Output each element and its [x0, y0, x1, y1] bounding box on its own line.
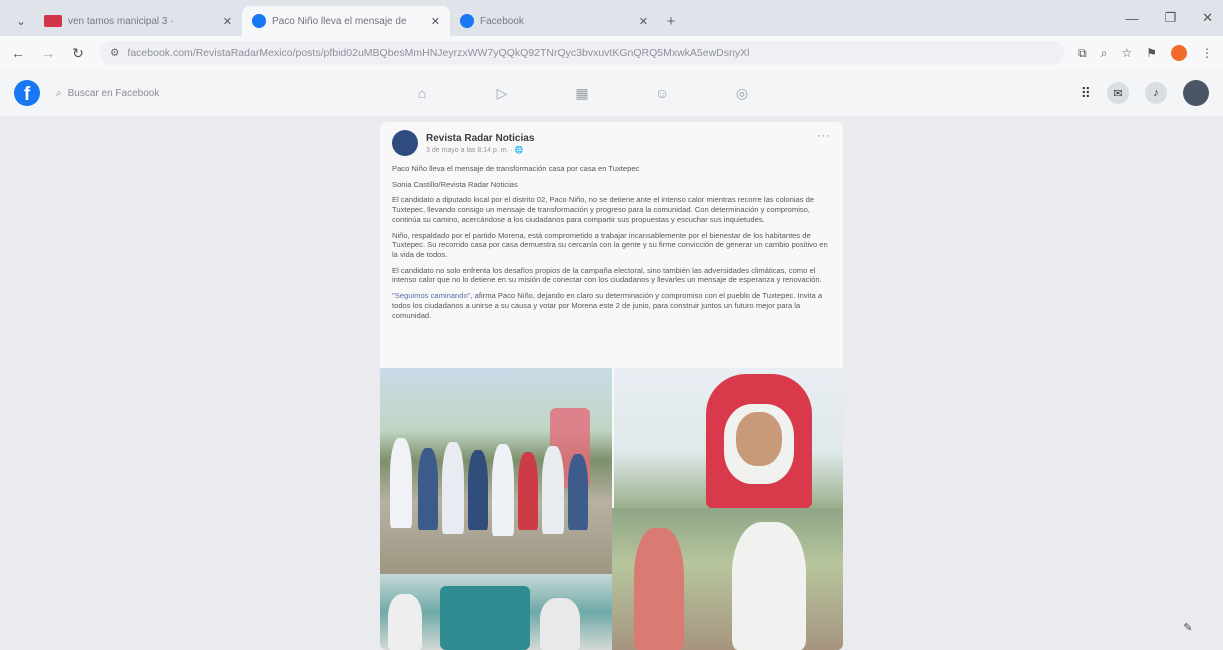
post-timestamp[interactable]: 3 de mayo a las 8:14 p. m. · 🌐	[426, 146, 534, 154]
new-tab-button[interactable]: +	[658, 6, 684, 36]
red-tab-icon	[44, 15, 62, 27]
restore-icon[interactable]: ❐	[1164, 10, 1176, 26]
translate-icon[interactable]: ⧉	[1078, 46, 1087, 61]
groups-icon[interactable]: ☺	[650, 81, 674, 105]
photo-street-visit[interactable]	[380, 574, 612, 650]
account-avatar[interactable]	[1183, 80, 1209, 106]
extensions-area: ⚑ ⋮	[1146, 45, 1213, 61]
post-paragraph: Niño, respaldado por el partido Morena, …	[392, 230, 828, 260]
marketplace-icon[interactable]: ▦	[570, 81, 594, 105]
menu-grid-icon[interactable]: ⠿	[1081, 85, 1091, 102]
new-message-icon[interactable]: ✎	[1177, 616, 1199, 638]
page-avatar[interactable]	[392, 130, 418, 156]
messenger-icon[interactable]: ✉	[1107, 82, 1129, 104]
post-paragraph: El candidato no solo enfrenta los desafí…	[392, 265, 822, 285]
close-tab-icon[interactable]: ✕	[431, 15, 440, 28]
tab-search-icon[interactable]: ⌄	[8, 6, 34, 36]
facebook-search[interactable]: ⌕ Buscar en Facebook	[48, 80, 248, 106]
feed-area: Revista Radar Noticias 3 de mayo a las 8…	[0, 116, 1223, 650]
post-byline: Sonia Castillo/Revista Radar Noticias	[392, 179, 518, 189]
browser-tab-3[interactable]: Facebook ✕	[450, 6, 658, 36]
search-icon: ⌕	[56, 87, 62, 99]
browser-tab-2[interactable]: Paco Niño lleva el mensaje de ✕	[242, 6, 450, 36]
site-info-icon[interactable]: ⚙	[110, 47, 119, 59]
photo-handshake[interactable]	[612, 508, 843, 650]
gaming-icon[interactable]: ◎	[730, 81, 754, 105]
url-text: facebook.com/RevistaRadarMexico/posts/pf…	[127, 47, 750, 59]
forward-arrow-icon[interactable]: →	[40, 45, 56, 61]
post-text: Paco Niño lleva el mensaje de transforma…	[380, 160, 843, 332]
page-name[interactable]: Revista Radar Noticias	[426, 133, 534, 144]
facebook-icon	[252, 14, 266, 28]
photo-campaign-walk[interactable]	[380, 368, 612, 574]
facebook-post: Revista Radar Noticias 3 de mayo a las 8…	[380, 122, 843, 650]
omnibox-actions: ⧉ ⌕ ☆	[1078, 46, 1132, 61]
post-paragraph: El candidato a diputado local por el dis…	[392, 195, 815, 224]
back-arrow-icon[interactable]: ←	[10, 45, 26, 61]
close-tab-icon[interactable]: ✕	[223, 15, 232, 28]
window-controls: — ❐ ✕	[1125, 0, 1213, 36]
facebook-icon	[460, 14, 474, 28]
post-header: Revista Radar Noticias 3 de mayo a las 8…	[380, 122, 843, 160]
notifications-bell-icon[interactable]: ♪	[1145, 82, 1167, 104]
close-window-icon[interactable]: ✕	[1202, 10, 1213, 26]
facebook-account-controls: ⠿ ✉ ♪	[1081, 70, 1209, 116]
facebook-header: f ⌕ Buscar en Facebook ⌂ ▷ ▦ ☺ ◎ ⠿ ✉ ♪	[0, 70, 1223, 116]
photo-candidate-portrait[interactable]	[614, 368, 843, 508]
browser-tab-1[interactable]: ven tamos manicipal 3 · ✕	[34, 6, 242, 36]
video-icon[interactable]: ▷	[490, 81, 514, 105]
tab-title: Paco Niño lleva el mensaje de	[272, 15, 407, 27]
browser-toolbar: ← → ↻ ⚙ facebook.com/RevistaRadarMexico/…	[0, 36, 1223, 70]
close-tab-icon[interactable]: ✕	[639, 15, 648, 28]
post-headline: Paco Niño lleva el mensaje de transforma…	[392, 164, 640, 173]
minimize-icon[interactable]: —	[1125, 11, 1138, 26]
facebook-logo-icon[interactable]: f	[14, 80, 40, 106]
reload-icon[interactable]: ↻	[70, 45, 86, 62]
post-quote: "Seguimos caminando",	[392, 291, 473, 301]
profile-avatar-icon[interactable]	[1171, 45, 1187, 61]
zoom-icon[interactable]: ⌕	[1101, 46, 1108, 61]
post-closing-paragraph: "Seguimos caminando", afirma Paco Niño, …	[392, 291, 831, 320]
tab-title: Facebook	[480, 15, 524, 27]
browser-tab-bar: ⌄ ven tamos manicipal 3 · ✕ Paco Niño ll…	[0, 0, 1223, 36]
address-bar[interactable]: ⚙ facebook.com/RevistaRadarMexico/posts/…	[100, 41, 1065, 65]
facebook-main-nav: ⌂ ▷ ▦ ☺ ◎	[410, 70, 754, 116]
post-photo-grid	[380, 368, 843, 650]
bookmark-star-icon[interactable]: ☆	[1121, 46, 1132, 61]
extensions-icon[interactable]: ⚑	[1146, 46, 1157, 60]
search-placeholder: Buscar en Facebook	[67, 87, 160, 99]
home-icon[interactable]: ⌂	[410, 81, 434, 105]
tab-title: ven tamos manicipal 3 ·	[68, 15, 174, 27]
more-options-icon[interactable]: ···	[817, 130, 831, 142]
browser-menu-icon[interactable]: ⋮	[1201, 46, 1213, 60]
